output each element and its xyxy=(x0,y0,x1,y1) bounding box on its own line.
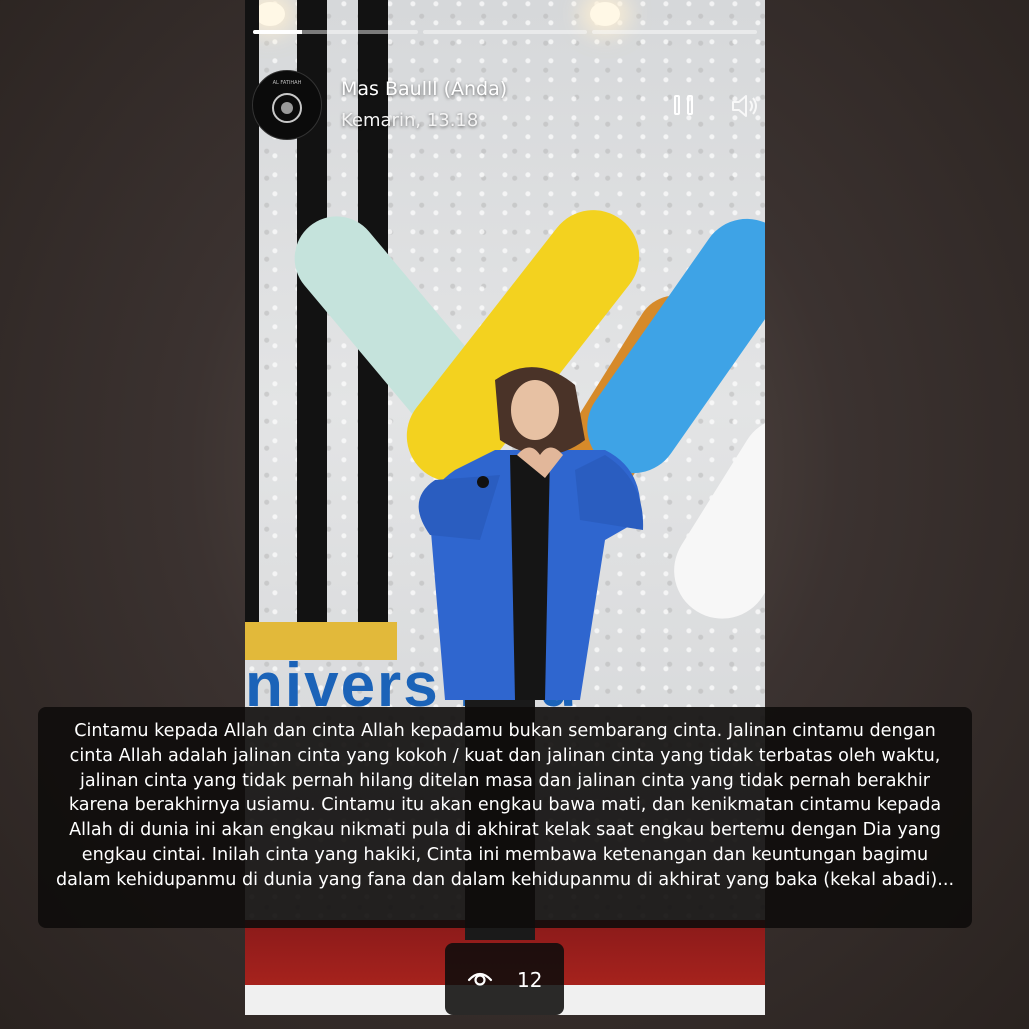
progress-segment xyxy=(422,30,588,34)
viewers-button[interactable]: 12 xyxy=(445,943,564,1015)
progress-segment xyxy=(253,30,418,34)
pause-button[interactable] xyxy=(670,92,700,120)
volume-button[interactable] xyxy=(730,92,760,120)
volume-icon xyxy=(732,95,757,117)
story-progress-bar xyxy=(253,30,758,36)
viewer-count: 12 xyxy=(517,968,543,992)
author-name[interactable]: Mas Baulll (Anda) xyxy=(341,78,507,100)
progress-segment xyxy=(592,30,758,34)
avatar-caption: AL FATIHAH xyxy=(272,80,302,86)
eye-icon xyxy=(467,972,493,986)
progress-fill xyxy=(253,30,303,34)
avatar-center xyxy=(281,102,293,114)
story-caption: Cintamu kepada Allah dan cinta Allah kep… xyxy=(38,707,972,928)
avatar[interactable]: AL FATIHAH xyxy=(252,70,322,140)
pause-icon xyxy=(674,95,680,115)
pause-icon xyxy=(687,95,693,115)
story-timestamp: Kemarin, 13.18 xyxy=(341,110,479,131)
